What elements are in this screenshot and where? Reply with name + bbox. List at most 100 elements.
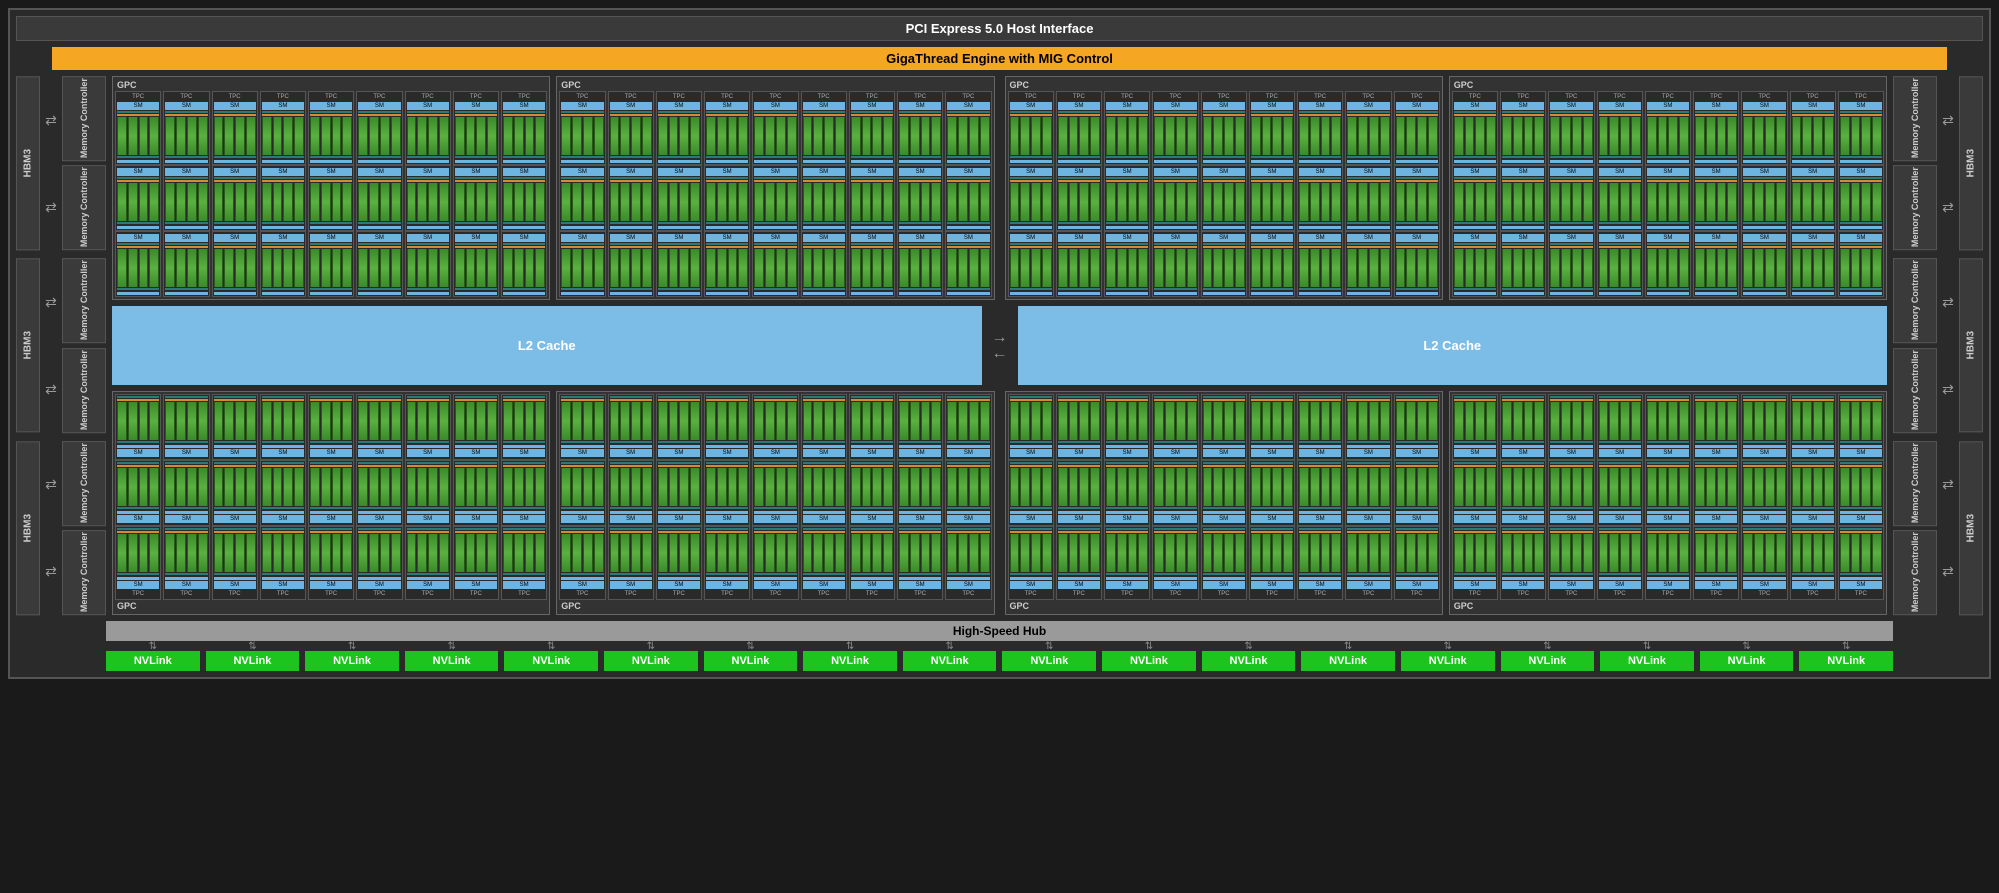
nvlink-item: ⇅NVLink [604, 643, 698, 671]
sm-label: SM [358, 234, 400, 242]
tpc-block: TPCSM [501, 526, 547, 600]
sm-body [899, 243, 941, 295]
tpc-label: TPC [1010, 590, 1052, 598]
sm-label: SM [1792, 234, 1834, 242]
tpc-label: TPC [503, 590, 545, 598]
sm-body [503, 177, 545, 229]
sm-label: SM [214, 581, 256, 589]
tpc-block: SM [801, 165, 847, 231]
sm-label: SM [358, 102, 400, 110]
sm-label: SM [1251, 515, 1293, 523]
nvlink-block: NVLink [1799, 651, 1893, 671]
sm-body [1058, 111, 1100, 163]
sm-label: SM [1203, 168, 1245, 176]
sm-label: SM [754, 515, 796, 523]
sm-label: SM [754, 234, 796, 242]
sm-label: SM [899, 168, 941, 176]
sm-label: SM [310, 168, 352, 176]
tpc-block: SM [1008, 394, 1054, 460]
sm-body [1106, 243, 1148, 295]
gigathread-engine: GigaThread Engine with MIG Control [52, 47, 1947, 70]
sm-label: SM [803, 515, 845, 523]
memory-controller: Memory Controller [1893, 441, 1937, 526]
sm-body [1695, 111, 1737, 163]
tpc-row: SMSMSMSMSMSMSMSMSM [1452, 394, 1884, 460]
sm-body [1502, 462, 1544, 514]
sm-label: SM [1010, 449, 1052, 457]
tpc-label: TPC [851, 93, 893, 101]
sm-label: SM [1550, 515, 1592, 523]
sm-label: SM [455, 168, 497, 176]
tpc-block: SM [801, 231, 847, 297]
memory-arrows: ⇄⇄ [1941, 441, 1955, 615]
sm-label: SM [1550, 102, 1592, 110]
sm-label: SM [1154, 581, 1196, 589]
tpc-block: TPCSM [945, 91, 991, 165]
sm-body [1792, 243, 1834, 295]
tpc-block: TPCSM [704, 91, 750, 165]
sm-body [947, 243, 989, 295]
tpc-block: SM [1452, 394, 1498, 460]
sm-label: SM [610, 234, 652, 242]
sm-body [803, 177, 845, 229]
sm-label: SM [1599, 102, 1641, 110]
gpc-label: GPC [1452, 600, 1884, 612]
sm-label: SM [1058, 102, 1100, 110]
tpc-block: SM [1345, 165, 1391, 231]
tpc-label: TPC [1550, 93, 1592, 101]
sm-body [1154, 528, 1196, 580]
core-area: GPCTPCSMTPCSMTPCSMTPCSMTPCSMTPCSMTPCSMTP… [112, 76, 1887, 615]
nvlink-arrows: ⇅ [1045, 643, 1053, 651]
hbm-group: HBM3⇄⇄Memory ControllerMemory Controller [16, 76, 106, 250]
tpc-row: TPCSMTPCSMTPCSMTPCSMTPCSMTPCSMTPCSMTPCSM… [559, 526, 991, 600]
tpc-block: SM [1741, 460, 1787, 526]
sm-body [165, 396, 207, 448]
tpc-label: TPC [165, 93, 207, 101]
tpc-block: SM [356, 165, 402, 231]
hbm-group: HBM3⇄⇄Memory ControllerMemory Controller [16, 441, 106, 615]
nvlink-arrows: ⇅ [1543, 643, 1551, 651]
tpc-block: SM [1838, 231, 1884, 297]
tpc-block: SM [501, 394, 547, 460]
hbm-group: Memory ControllerMemory Controller⇄⇄HBM3 [1893, 441, 1983, 615]
sm-label: SM [1010, 581, 1052, 589]
sm-label: SM [1840, 515, 1882, 523]
sm-label: SM [899, 234, 941, 242]
sm-body [503, 528, 545, 580]
sm-label: SM [117, 168, 159, 176]
sm-body [407, 177, 449, 229]
sm-label: SM [262, 515, 304, 523]
tpc-block: SM [1548, 394, 1594, 460]
tpc-block: TPCSM [752, 91, 798, 165]
sm-label: SM [455, 515, 497, 523]
sm-body [455, 177, 497, 229]
nvlink-item: ⇅NVLink [903, 643, 997, 671]
tpc-block: SM [163, 394, 209, 460]
tpc-block: TPCSM [356, 91, 402, 165]
sm-label: SM [706, 234, 748, 242]
tpc-block: TPCSM [1452, 91, 1498, 165]
sm-body [1396, 528, 1438, 580]
sm-label: SM [706, 515, 748, 523]
nvlink-item: ⇅NVLink [305, 643, 399, 671]
sm-label: SM [1251, 449, 1293, 457]
tpc-block: SM [453, 394, 499, 460]
tpc-block: SM [1548, 231, 1594, 297]
sm-body [358, 243, 400, 295]
sm-body [754, 177, 796, 229]
tpc-block: SM [1790, 231, 1836, 297]
sm-body [1743, 177, 1785, 229]
sm-body [1454, 528, 1496, 580]
left-memory-column: HBM3⇄⇄Memory ControllerMemory Controller… [16, 76, 106, 615]
tpc-block: SM [1201, 165, 1247, 231]
tpc-label: TPC [1502, 590, 1544, 598]
sm-body [1010, 243, 1052, 295]
sm-body [310, 528, 352, 580]
sm-body [610, 111, 652, 163]
nvlink-item: ⇅NVLink [704, 643, 798, 671]
sm-body [803, 111, 845, 163]
tpc-block: SM [608, 460, 654, 526]
nvlink-block: NVLink [405, 651, 499, 671]
tpc-block: TPCSM [608, 91, 654, 165]
sm-body [610, 243, 652, 295]
